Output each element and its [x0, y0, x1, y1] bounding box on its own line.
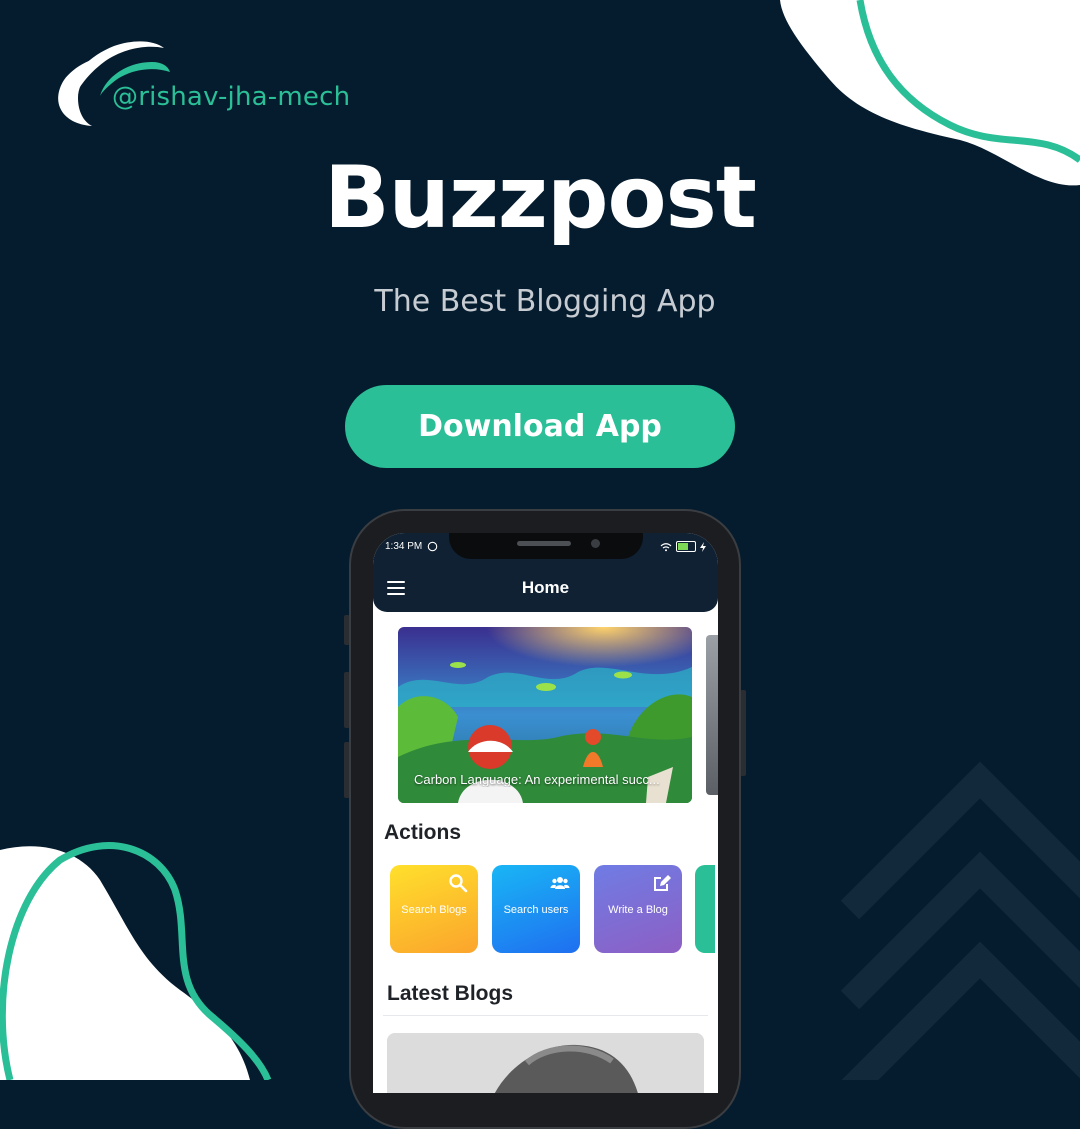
latest-blog-card[interactable]	[387, 1033, 704, 1093]
screen-title: Home	[521, 578, 570, 597]
search-blogs-tile[interactable]: Search Blogs	[390, 865, 478, 953]
wifi-icon	[660, 542, 672, 551]
next-featured-card[interactable]	[706, 635, 718, 795]
status-time: 1:34 PM	[385, 541, 423, 552]
featured-blog-card[interactable]: Carbon Language: An experimental succ...	[398, 627, 692, 803]
write-blog-label: Write a Blog	[608, 904, 668, 916]
search-users-tile[interactable]: Search users	[492, 865, 580, 953]
charging-icon	[700, 541, 706, 552]
author-handle: @rishav-jha-mech	[112, 82, 351, 112]
phone-screen: 1:34 PM Home Carbon Language: An experim…	[373, 533, 718, 1093]
featured-blog-title: Carbon Language: An experimental succ...	[414, 772, 660, 787]
chevron-up-decoration-icon	[840, 761, 1080, 1080]
status-icons	[660, 541, 706, 552]
app-tagline: The Best Blogging App	[374, 284, 716, 319]
app-title: Buzzpost	[324, 148, 757, 248]
battery-icon	[676, 541, 696, 552]
next-action-tile[interactable]	[695, 865, 715, 953]
latest-blogs-heading: Latest Blogs	[387, 982, 514, 1005]
edit-icon	[654, 875, 671, 891]
search-icon	[449, 874, 468, 893]
app-bar: 1:34 PM Home	[373, 533, 718, 612]
front-camera	[591, 539, 600, 548]
latest-blog-image	[387, 1033, 704, 1093]
phone-notch	[449, 533, 643, 559]
download-app-button[interactable]: Download App	[345, 385, 735, 468]
users-icon	[550, 877, 570, 889]
speaker-grille	[517, 541, 571, 546]
search-blogs-label: Search Blogs	[401, 904, 467, 916]
search-users-label: Search users	[503, 904, 569, 916]
actions-heading: Actions	[384, 821, 462, 844]
whatsapp-icon	[427, 541, 438, 552]
section-divider	[383, 1015, 708, 1016]
write-blog-tile[interactable]: Write a Blog	[594, 865, 682, 953]
